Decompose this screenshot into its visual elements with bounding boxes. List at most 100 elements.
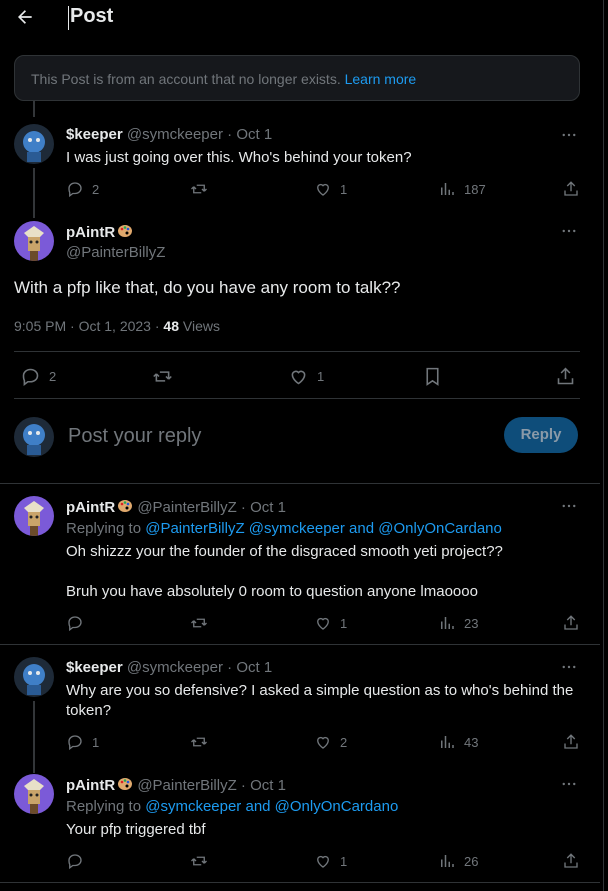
header: Post <box>0 0 600 36</box>
post-date[interactable]: · Oct 1 <box>227 659 272 676</box>
share-action[interactable] <box>562 732 580 752</box>
main-tweet-text: With a pfp like that, do you have any ro… <box>14 278 401 297</box>
reply-count: 2 <box>92 181 100 197</box>
action-bar: 1 2 43 <box>66 732 586 752</box>
display-name[interactable]: pAintR <box>66 777 115 794</box>
reply-action[interactable]: 2 <box>20 364 56 388</box>
main-action-bar: 2 1 <box>14 364 580 388</box>
avatar[interactable] <box>14 124 54 164</box>
page-title: Post <box>70 5 114 27</box>
reply-icon <box>68 182 82 198</box>
action-bar: 1 23 <box>66 613 586 633</box>
tweet-text: Your pfp triggered tbf <box>66 821 206 838</box>
views-action[interactable]: 187 <box>438 179 486 199</box>
more-icon[interactable] <box>560 658 578 676</box>
share-icon <box>557 367 574 384</box>
views-icon <box>441 855 454 867</box>
divider <box>0 882 600 883</box>
post-date[interactable]: · Oct 1 <box>227 126 272 143</box>
replying-to-links[interactable]: @PainterBillyZ @symckeeper and @OnlyOnCa… <box>145 520 502 537</box>
like-action[interactable]: 1 <box>288 364 324 388</box>
like-count: 1 <box>340 615 348 631</box>
reply-icon <box>22 368 39 386</box>
display-name[interactable]: $keeper <box>66 659 123 676</box>
views-label: Views <box>178 318 220 334</box>
avatar[interactable] <box>14 774 54 814</box>
like-icon <box>317 855 329 868</box>
views-action[interactable]: 43 <box>438 732 478 752</box>
more-icon[interactable] <box>560 222 578 240</box>
more-icon[interactable] <box>560 775 578 793</box>
handle[interactable]: @symckeeper <box>127 126 223 143</box>
thread-connector <box>33 168 35 218</box>
replying-to-links[interactable]: @symckeeper and @OnlyOnCardano <box>145 798 398 815</box>
display-name[interactable]: pAintR <box>66 224 115 241</box>
views-action[interactable]: 26 <box>438 851 478 871</box>
view-count: 43 <box>464 734 479 750</box>
repost-action[interactable] <box>190 732 208 752</box>
like-icon <box>291 370 306 384</box>
view-count: 26 <box>464 853 479 869</box>
avatar <box>14 417 54 457</box>
share-icon <box>564 853 578 868</box>
like-action[interactable]: 1 <box>314 851 347 871</box>
tweet-text: I was just going over this. Who's behind… <box>66 149 412 166</box>
reply-count: 1 <box>92 734 100 750</box>
tweet-header: $keeper @symckeeper · Oct 1 <box>66 126 272 143</box>
handle[interactable]: @PainterBillyZ <box>137 499 236 516</box>
repost-icon <box>191 184 207 194</box>
like-action[interactable]: 1 <box>314 613 347 633</box>
share-action[interactable] <box>562 179 580 199</box>
avatar-painter-image <box>14 774 54 814</box>
notice-text: This Post is from an account that no lon… <box>31 71 341 87</box>
reply-button[interactable]: Reply <box>504 417 578 453</box>
share-icon <box>564 181 578 196</box>
reply-action[interactable] <box>66 613 84 633</box>
repost-icon <box>191 737 207 747</box>
bookmark-action[interactable] <box>422 364 443 388</box>
more-icon[interactable] <box>560 126 578 144</box>
replying-prefix: Replying to <box>66 798 146 815</box>
post-date[interactable]: · Oct 1 <box>241 499 286 516</box>
share-action[interactable] <box>555 364 576 388</box>
post-timestamp: 9:05 PM · Oct 1, 2023 · 48 Views <box>14 318 220 334</box>
reply-action[interactable] <box>66 851 84 871</box>
reply-action[interactable]: 2 <box>66 179 99 199</box>
avatar[interactable] <box>14 496 54 536</box>
display-name[interactable]: pAintR <box>66 499 115 516</box>
handle[interactable]: @PainterBillyZ <box>137 777 236 794</box>
timestamp-text[interactable]: 9:05 PM · Oct 1, 2023 · <box>14 318 163 334</box>
post-date[interactable]: · Oct 1 <box>241 777 286 794</box>
avatar[interactable] <box>14 221 54 261</box>
display-name[interactable]: $keeper <box>66 126 123 143</box>
back-arrow-icon[interactable] <box>15 7 35 27</box>
more-icon[interactable] <box>560 497 578 515</box>
handle[interactable]: @PainterBillyZ <box>66 244 165 261</box>
like-action[interactable]: 2 <box>314 732 347 752</box>
like-count: 1 <box>340 181 348 197</box>
reply-count: 2 <box>49 368 57 384</box>
share-action[interactable] <box>562 851 580 871</box>
tweet-text: Oh shizzz your the founder of the disgra… <box>66 543 503 560</box>
replying-prefix: Replying to <box>66 520 146 537</box>
repost-action[interactable] <box>190 851 208 871</box>
avatar-painter-image <box>14 496 54 536</box>
action-bar: 1 26 <box>66 851 586 871</box>
learn-more-link[interactable]: Learn more <box>345 71 417 87</box>
repost-action[interactable] <box>190 179 208 199</box>
replying-to: Replying to @symckeeper and @OnlyOnCarda… <box>66 798 398 815</box>
reply-action[interactable]: 1 <box>66 732 99 752</box>
like-icon <box>317 183 329 196</box>
views-action[interactable]: 23 <box>438 613 478 633</box>
share-action[interactable] <box>562 613 580 633</box>
like-action[interactable]: 1 <box>314 179 347 199</box>
avatar[interactable] <box>14 657 54 697</box>
reply-input[interactable]: Post your reply <box>68 425 201 448</box>
handle[interactable]: @symckeeper <box>127 659 223 676</box>
tweet-header: pAintR @PainterBillyZ · Oct 1 <box>66 498 286 516</box>
repost-action[interactable] <box>152 364 173 388</box>
tweet-header: pAintR <box>66 223 133 241</box>
repost-action[interactable] <box>190 613 208 633</box>
reply-icon <box>68 735 82 751</box>
divider <box>14 398 580 399</box>
